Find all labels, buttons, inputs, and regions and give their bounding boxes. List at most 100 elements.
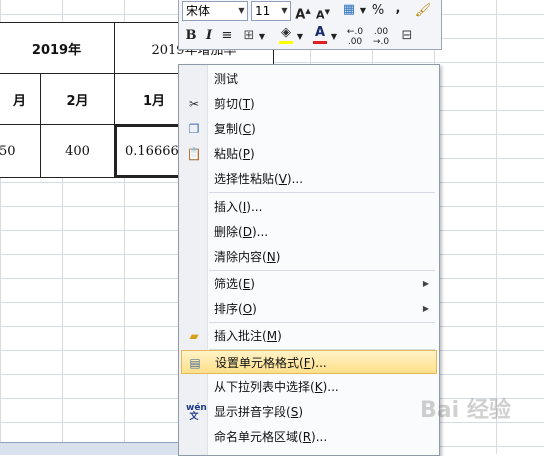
menu-item-paste-special[interactable]: 选择性粘贴(V)... [181,167,437,191]
font-color-icon[interactable]: A [311,25,329,44]
menu-item-shortcut: O [242,302,253,316]
shrink-font-icon[interactable]: A▼ [315,3,331,25]
format-painter-icon[interactable]: 🖌 [413,2,433,20]
format-cells-icon: ▤ [189,356,201,370]
increase-decimal-icon[interactable]: ←.0.00 [343,27,367,47]
comma-label: , [395,1,401,16]
border-icon[interactable]: ⊞ [241,27,257,45]
menu-item-label: 复制 [214,122,239,136]
value-cell-partial[interactable]: 50 [0,124,41,178]
context-menu: 测试 ✂ 剪切(T) ❐ 复制(C) 📋 粘贴(P) 选择性粘贴(V)... 插… [178,64,440,456]
submenu-arrow-icon: ▶ [422,304,429,313]
menu-item-ellipsis: ... [256,225,269,239]
menu-item-label: 设置单元格格式 [215,356,300,370]
menu-item-label: 命名单元格区域 [214,430,299,444]
menu-item-label: 粘贴 [214,147,239,161]
submenu-arrow-icon: ▶ [422,279,429,288]
menu-item-pick-from-list[interactable]: 从下拉列表中选择(K)... [181,375,437,399]
value-partial-text: 50 [0,143,16,159]
menu-item-shortcut: N [266,250,276,264]
menu-item-ellipsis: ... [315,356,327,370]
font-size-value: 11 [255,4,271,18]
font-name-select[interactable]: 宋体 ▼ [182,1,248,21]
menu-item-delete[interactable]: 删除(D)... [181,220,437,244]
menu-separator [209,322,435,323]
menu-item-ellipsis: ... [327,380,339,394]
month-cell-partial[interactable]: 月 [0,73,41,125]
menu-item-shortcut: D [242,225,252,239]
menu-item-shortcut: M [266,329,278,343]
comment-icon: ▰ [189,329,199,343]
menu-item-shortcut: P [242,147,250,161]
italic-button[interactable]: I [201,27,217,45]
grow-font-icon[interactable]: A▲ [295,2,311,24]
font-size-select[interactable]: 11 ▼ [251,1,291,21]
feb-value-cell[interactable]: 400 [40,124,115,178]
menu-item-label: 删除 [214,225,239,239]
menu-item-label: 显示拼音字段 [214,405,287,419]
menu-item-ellipsis: ... [250,200,263,214]
menu-item-insert-comment[interactable]: ▰ 插入批注(M) [181,324,437,348]
mini-toolbar: 宋体 ▼ 11 ▼ A▲ A▼ ▦ ▼ % , 🖌 B I ≡ ⊞ ▼ ◈ ▼ … [178,0,442,50]
percent-button[interactable]: % [369,2,387,20]
header-2019-cell[interactable]: 2019年 [0,22,115,74]
chevron-down-icon: ▼ [281,6,288,15]
sheet-tabs-bar[interactable] [0,442,178,455]
comma-button[interactable]: , [391,0,405,18]
font-name-value: 宋体 [186,4,211,18]
menu-item-shortcut: T [242,97,251,111]
menu-item-label: 排序 [214,302,239,316]
menu-item-clear-contents[interactable]: 清除内容(N) [181,245,437,269]
menu-item-copy[interactable]: ❐ 复制(C) [181,117,437,141]
menu-item-shortcut: V [278,172,287,186]
menu-item-paste[interactable]: 📋 粘贴(P) [181,142,437,166]
scissors-icon: ✂ [188,97,200,111]
menu-item-shortcut: F [303,356,311,370]
menu-item-ellipsis: ... [291,172,304,186]
menu-item-ellipsis: ... [315,430,328,444]
chevron-down-icon[interactable]: ▼ [330,28,338,46]
menu-item-label: 测试 [214,72,239,86]
menu-item-shortcut: C [242,122,252,136]
feb-header-text: 2月 [66,93,89,109]
header-2019-text: 2019年 [31,42,82,58]
chevron-down-icon[interactable]: ▼ [296,28,304,46]
menu-item-test[interactable]: 测试 [181,67,437,91]
menu-item-filter[interactable]: 筛选(E) ▶ [181,272,437,296]
center-align-icon[interactable]: ≡ [219,27,235,45]
merge-center-icon[interactable]: ⊟ [397,27,417,45]
menu-item-label: 插入 [214,200,239,214]
menu-item-define-name[interactable]: 命名单元格区域(R)... [181,425,437,449]
menu-item-cut[interactable]: ✂ 剪切(T) [181,92,437,116]
feb-header-cell[interactable]: 2月 [40,73,115,125]
menu-separator [209,192,435,193]
menu-item-shortcut: E [242,277,251,291]
menu-separator [209,270,435,271]
menu-item-sort[interactable]: 排序(O) ▶ [181,297,437,321]
menu-item-label: 插入批注 [214,329,263,343]
month-partial-text: 月 [12,93,26,109]
menu-item-shortcut: S [290,405,299,419]
feb-value-text: 400 [65,143,90,159]
paste-icon: 📋 [186,147,202,161]
menu-item-label: 剪切 [214,97,239,111]
percent-label: % [371,3,385,18]
menu-item-label: 选择性粘贴 [214,172,275,186]
menu-item-label: 筛选 [214,277,239,291]
accounting-format-icon[interactable]: ▦ [339,1,359,19]
chevron-down-icon[interactable]: ▼ [359,2,367,20]
menu-item-shortcut: R [302,430,312,444]
fill-color-icon[interactable]: ◈ [277,25,295,44]
menu-item-shortcut: K [314,380,323,394]
menu-item-label: 从下拉列表中选择 [214,380,311,394]
menu-item-shortcut: I [242,200,247,214]
decrease-decimal-icon[interactable]: .00 →.0 [369,27,393,47]
copy-icon: ❐ [188,122,200,136]
chevron-down-icon[interactable]: ▼ [258,28,266,46]
menu-item-insert[interactable]: 插入(I)... [181,195,437,219]
jan-header-text: 1月 [142,93,166,109]
bold-button[interactable]: B [183,27,199,45]
menu-item-format-cells[interactable]: ▤ 设置单元格格式(F)... [181,350,437,374]
watermark-logo: Bai 经验 [420,398,511,423]
menu-item-show-phonetic[interactable]: wén 文 显示拼音字段(S) [181,400,437,424]
